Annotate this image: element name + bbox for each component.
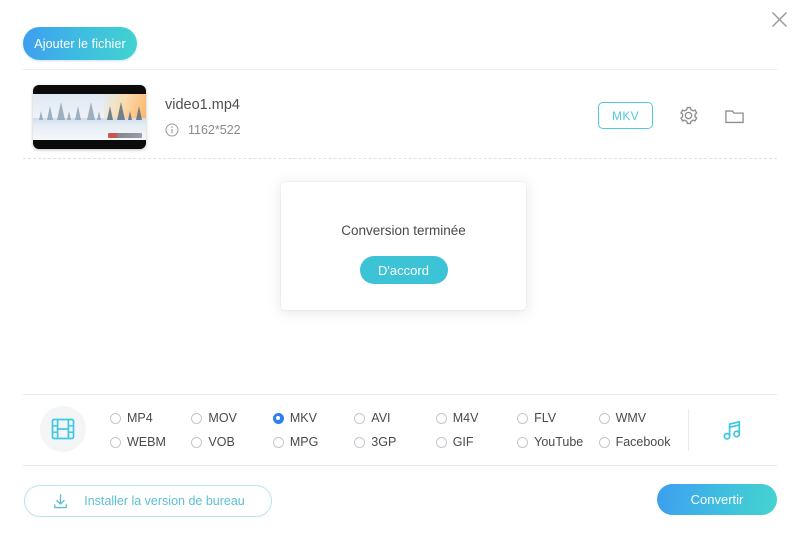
radio-indicator — [110, 412, 121, 424]
file-row-divider — [23, 158, 777, 159]
format-label: MKV — [289, 411, 317, 425]
format-label: MP4 — [127, 411, 153, 425]
top-toolbar: Ajouter le fichier — [0, 0, 800, 70]
video-formats-button[interactable] — [40, 406, 86, 452]
audio-formats-button[interactable] — [714, 412, 750, 448]
format-option-webm[interactable]: WEBM — [110, 435, 191, 449]
radio-indicator — [517, 412, 529, 424]
radio-indicator — [517, 436, 529, 448]
radio-indicator — [191, 436, 203, 448]
format-label: WMV — [615, 411, 647, 425]
format-radio-group: MP4 WEBM MOV VOB MKV MPG AVI 3GP M4V GIF… — [110, 406, 680, 454]
format-option-avi[interactable]: AVI — [354, 411, 435, 425]
format-label: Facebook — [615, 435, 671, 449]
folder-icon — [724, 109, 744, 123]
format-option-m4v[interactable]: M4V — [435, 411, 517, 425]
file-list-row: video1.mp4 1162*522 MKV — [23, 78, 777, 160]
format-label: 3GP — [371, 435, 397, 449]
format-option-mp4[interactable]: MP4 — [110, 411, 191, 425]
format-option-mpg[interactable]: MPG — [272, 435, 354, 449]
format-label: YouTube — [534, 435, 584, 449]
music-note-icon — [722, 420, 740, 440]
format-option-mov[interactable]: MOV — [191, 411, 272, 425]
dialog-message: Conversion terminée — [341, 223, 466, 238]
format-label: FLV — [534, 411, 557, 425]
radio-indicator — [598, 436, 610, 448]
film-strip-icon — [51, 418, 75, 440]
format-label: MOV — [208, 411, 237, 425]
gear-icon — [679, 106, 698, 124]
format-label: VOB — [208, 435, 235, 449]
radio-indicator — [191, 412, 203, 424]
file-resolution: 1162*522 — [188, 123, 241, 137]
format-option-youtube[interactable]: YouTube — [517, 435, 598, 449]
radio-indicator — [272, 436, 284, 448]
format-option-vob[interactable]: VOB — [191, 435, 272, 449]
radio-indicator — [354, 412, 366, 424]
install-button-label: Installer la version de bureau — [84, 494, 245, 508]
radio-indicator — [110, 436, 121, 448]
dialog-ok-button[interactable]: D'accord — [359, 256, 448, 284]
toolbar-divider — [23, 69, 777, 70]
radio-indicator — [435, 436, 447, 448]
radio-indicator — [598, 412, 610, 424]
format-option-facebook[interactable]: Facebook — [598, 435, 680, 449]
add-file-button[interactable]: Ajouter le fichier — [23, 27, 137, 60]
info-icon[interactable] — [165, 123, 179, 137]
conversion-complete-dialog: Conversion terminée D'accord — [281, 182, 526, 310]
format-label: WEBM — [127, 435, 166, 449]
convert-button[interactable]: Convertir — [657, 484, 777, 515]
file-name: video1.mp4 — [165, 97, 240, 113]
open-folder-button[interactable] — [721, 102, 747, 128]
format-option-gif[interactable]: GIF — [435, 435, 517, 449]
video-thumbnail[interactable] — [33, 85, 146, 149]
format-selection-bar: MP4 WEBM MOV VOB MKV MPG AVI 3GP M4V GIF… — [23, 394, 777, 466]
thumbnail-watermark — [108, 133, 142, 138]
radio-indicator — [435, 412, 447, 424]
format-option-mkv[interactable]: MKV — [272, 411, 354, 425]
radio-indicator — [354, 436, 366, 448]
format-option-3gp[interactable]: 3GP — [354, 435, 435, 449]
thumbnail-image — [33, 94, 146, 140]
format-label: AVI — [371, 411, 391, 425]
format-option-wmv[interactable]: WMV — [598, 411, 680, 425]
format-option-flv[interactable]: FLV — [517, 411, 598, 425]
format-label: M4V — [452, 411, 479, 425]
download-icon — [54, 493, 68, 508]
format-separator — [688, 409, 689, 451]
format-label: GIF — [452, 435, 474, 449]
file-metadata: 1162*522 — [165, 123, 241, 137]
file-settings-button[interactable] — [675, 102, 701, 128]
radio-indicator — [272, 412, 284, 424]
output-format-button[interactable]: MKV — [598, 102, 653, 129]
format-label: MPG — [289, 435, 319, 449]
install-desktop-version-button[interactable]: Installer la version de bureau — [24, 485, 272, 517]
